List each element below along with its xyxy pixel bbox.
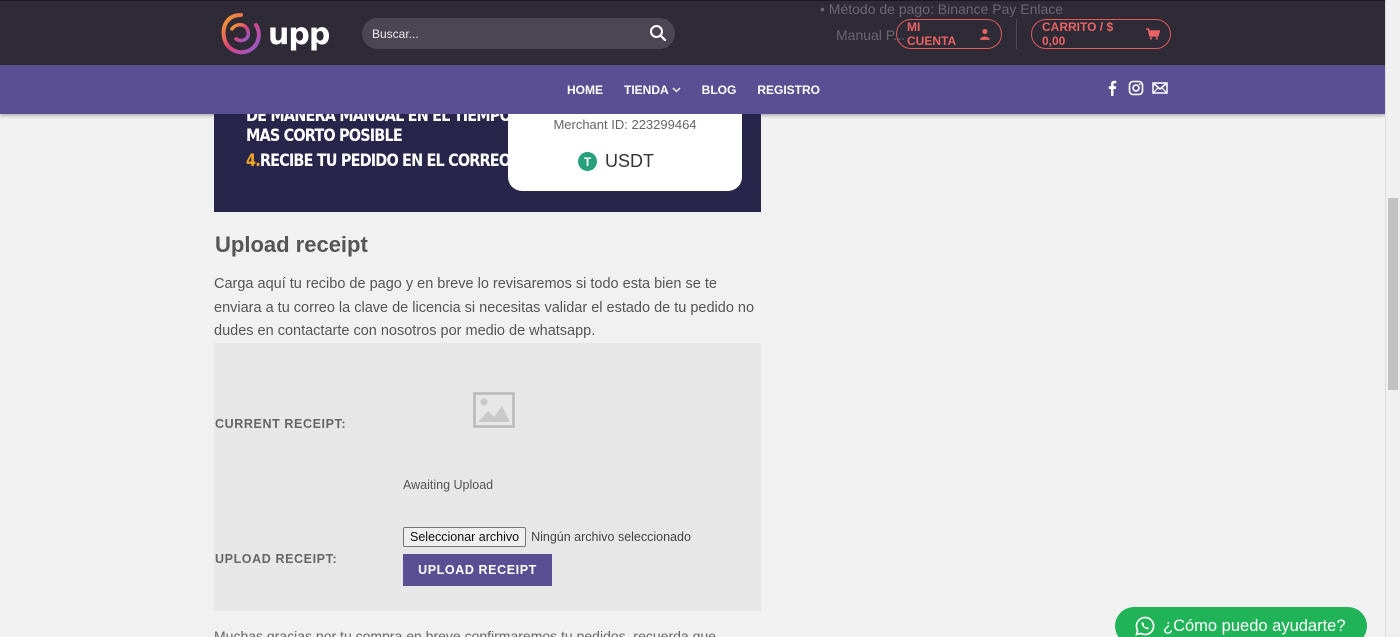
whatsapp-label: ¿Cómo puedo ayudarte?	[1163, 616, 1346, 635]
whatsapp-chat-button[interactable]: ¿Cómo puedo ayudarte?	[1115, 607, 1367, 637]
file-input: Seleccionar archivo Ningún archivo selec…	[403, 527, 691, 547]
banner-line: DE MANERA MANUAL EN EL TIEMPO	[246, 114, 512, 126]
instagram-icon[interactable]	[1128, 80, 1144, 96]
image-placeholder-icon	[473, 392, 515, 428]
scrollbar-thumb[interactable]	[1388, 198, 1398, 390]
chevron-down-icon	[672, 87, 681, 92]
banner-step-number: 4.	[246, 151, 261, 171]
upload-description: Carga aquí tu recibo de pago y en breve …	[214, 276, 755, 339]
currency-name: USDT	[605, 151, 654, 171]
logo-icon	[221, 13, 261, 55]
nav-item-blog[interactable]: BLOG	[702, 83, 737, 97]
header-divider	[1016, 19, 1017, 49]
site-logo[interactable]: upp	[218, 11, 330, 57]
payment-instructions-banner: DE MANERA MANUAL EN EL TIEMPO MAS CORTO …	[214, 114, 761, 212]
receipt-panel: CURRENT RECEIPT: Awaiting Upload UPLOAD …	[214, 343, 761, 611]
social-links	[1104, 80, 1176, 96]
choose-file-button[interactable]: Seleccionar archivo	[403, 527, 527, 547]
upload-receipt-button[interactable]: UPLOAD RECEIPT	[403, 554, 552, 586]
logo-text: upp	[268, 16, 330, 52]
cart-button[interactable]: CARRITO / $ 0,00	[1031, 19, 1171, 49]
facebook-icon[interactable]	[1104, 80, 1120, 96]
nav-item-registro[interactable]: REGISTRO	[757, 83, 820, 97]
file-status: Ningún archivo seleccionado	[531, 530, 691, 544]
cart-icon	[1146, 28, 1160, 40]
thank-you-text: Muchas gracias por tu compra en breve co…	[214, 628, 716, 637]
merchant-id: Merchant ID: 223299464	[553, 117, 697, 132]
whatsapp-icon	[1135, 616, 1155, 636]
currency-label: T USDT	[578, 151, 654, 172]
email-icon[interactable]	[1152, 80, 1168, 96]
top-header: upp • Método de pago: Binance Pay Enlace…	[0, 0, 1385, 65]
upload-receipt-heading: Upload receipt	[215, 232, 368, 257]
page-scrollbar[interactable]	[1385, 0, 1400, 637]
awaiting-upload-status: Awaiting Upload	[403, 478, 494, 492]
my-account-button[interactable]: MI CUENTA	[896, 19, 1002, 49]
current-receipt-label: CURRENT RECEIPT:	[215, 417, 347, 431]
tether-icon: T	[578, 152, 597, 171]
nav-item-home[interactable]: HOME	[567, 83, 603, 97]
banner-line: MAS CORTO POSIBLE	[246, 126, 403, 146]
nav-menu: HOME TIENDA BLOG REGISTRO	[567, 65, 841, 114]
cart-label: CARRITO / $ 0,00	[1042, 20, 1114, 48]
nav-item-label: TIENDA	[624, 82, 669, 97]
search-bar	[362, 18, 675, 49]
nav-item-tienda[interactable]: TIENDA	[624, 83, 681, 97]
search-icon[interactable]	[649, 24, 667, 42]
search-input[interactable]	[372, 18, 632, 49]
user-icon	[980, 29, 991, 40]
merchant-card: Merchant ID: 223299464 T USDT	[508, 114, 742, 191]
main-navigation: HOME TIENDA BLOG REGISTRO	[0, 65, 1385, 114]
upload-receipt-label: UPLOAD RECEIPT:	[215, 552, 338, 566]
my-account-label: MI CUENTA	[907, 20, 957, 48]
banner-step-text: RECIBE TU PEDIDO EN EL CORREO	[259, 151, 511, 171]
banner-step: 4.RECIBE TU PEDIDO EN EL CORREO	[246, 151, 511, 171]
